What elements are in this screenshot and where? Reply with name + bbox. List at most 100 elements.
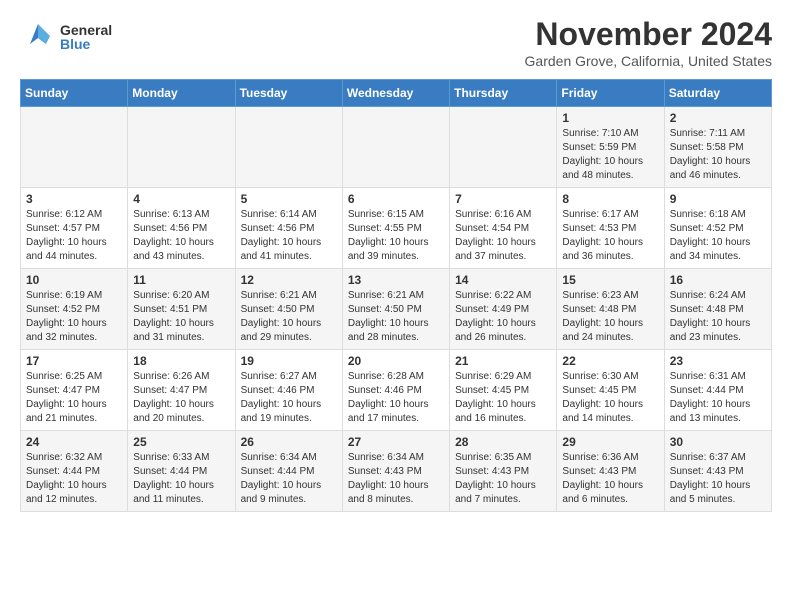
calendar-cell: 6Sunrise: 6:15 AM Sunset: 4:55 PM Daylig…: [342, 188, 449, 269]
calendar-cell: 5 Sunrise: 6:14 AM Sunset: 4:56 PM Daylig…: [235, 188, 342, 269]
day-info: Sunrise: 6:20 AM Sunset: 4:51 PM Dayligh…: [133, 289, 229, 345]
calendar-cell: 16 Sunrise: 6:24 AM Sunset: 4:48 PM Dayli…: [664, 269, 771, 350]
day-info: Sunrise: 6:16 AM Sunset: 4:54 PM Dayligh…: [455, 208, 551, 264]
day-number: 9: [670, 192, 766, 206]
logo-general: General: [60, 23, 112, 37]
day-info: Sunrise: 6:19 AM Sunset: 4:52 PM Dayligh…: [26, 289, 122, 345]
calendar-cell: 12 Sunrise: 6:21 AM Sunset: 4:50 PM Dayli…: [235, 269, 342, 350]
calendar-cell: 29 Sunrise: 6:36 AM Sunset: 4:43 PM Dayli…: [557, 431, 664, 512]
day-number: 27: [348, 435, 444, 449]
day-number: 17: [26, 354, 122, 368]
logo-blue: Blue: [60, 37, 112, 51]
calendar-table: SundayMondayTuesdayWednesdayThursdayFrid…: [20, 79, 772, 512]
calendar-cell: 15 Sunrise: 6:23 AM Sunset: 4:48 PM Dayli…: [557, 269, 664, 350]
day-info: Sunrise: 6:37 AM Sunset: 4:43 PM Dayligh…: [670, 451, 766, 507]
calendar-header-saturday: Saturday: [664, 80, 771, 107]
title-section: November 2024 Garden Grove, California, …: [525, 16, 772, 69]
calendar-cell: 8Sunrise: 6:17 AM Sunset: 4:53 PM Daylig…: [557, 188, 664, 269]
calendar-cell: 23Sunrise: 6:31 AM Sunset: 4:44 PM Dayli…: [664, 350, 771, 431]
calendar-cell: 28Sunrise: 6:35 AM Sunset: 4:43 PM Dayli…: [450, 431, 557, 512]
calendar-header-row: SundayMondayTuesdayWednesdayThursdayFrid…: [21, 80, 772, 107]
calendar-header-monday: Monday: [128, 80, 235, 107]
calendar-cell: [235, 107, 342, 188]
day-info: Sunrise: 7:11 AM Sunset: 5:58 PM Dayligh…: [670, 127, 766, 183]
day-info: Sunrise: 6:31 AM Sunset: 4:44 PM Dayligh…: [670, 370, 766, 426]
calendar-cell: [128, 107, 235, 188]
calendar-header-thursday: Thursday: [450, 80, 557, 107]
day-number: 14: [455, 273, 551, 287]
day-info: Sunrise: 6:36 AM Sunset: 4:43 PM Dayligh…: [562, 451, 658, 507]
day-info: Sunrise: 6:15 AM Sunset: 4:55 PM Dayligh…: [348, 208, 444, 264]
day-info: Sunrise: 6:25 AM Sunset: 4:47 PM Dayligh…: [26, 370, 122, 426]
calendar-cell: 22 Sunrise: 6:30 AM Sunset: 4:45 PM Dayli…: [557, 350, 664, 431]
calendar-week-row: 24 Sunrise: 6:32 AM Sunset: 4:44 PM Dayli…: [21, 431, 772, 512]
day-info: Sunrise: 6:24 AM Sunset: 4:48 PM Dayligh…: [670, 289, 766, 345]
logo: General Blue: [20, 16, 112, 58]
day-info: Sunrise: 6:12 AM Sunset: 4:57 PM Dayligh…: [26, 208, 122, 264]
day-number: 5: [241, 192, 337, 206]
day-info: Sunrise: 6:34 AM Sunset: 4:44 PM Dayligh…: [241, 451, 337, 507]
day-number: 19: [241, 354, 337, 368]
day-info: Sunrise: 6:33 AM Sunset: 4:44 PM Dayligh…: [133, 451, 229, 507]
day-number: 7: [455, 192, 551, 206]
calendar-cell: 13 Sunrise: 6:21 AM Sunset: 4:50 PM Dayli…: [342, 269, 449, 350]
calendar-cell: 30 Sunrise: 6:37 AM Sunset: 4:43 PM Dayli…: [664, 431, 771, 512]
day-number: 13: [348, 273, 444, 287]
calendar-cell: 18Sunrise: 6:26 AM Sunset: 4:47 PM Dayli…: [128, 350, 235, 431]
calendar-header-wednesday: Wednesday: [342, 80, 449, 107]
calendar-cell: 4 Sunrise: 6:13 AM Sunset: 4:56 PM Daylig…: [128, 188, 235, 269]
day-info: Sunrise: 6:30 AM Sunset: 4:45 PM Dayligh…: [562, 370, 658, 426]
day-info: Sunrise: 6:14 AM Sunset: 4:56 PM Dayligh…: [241, 208, 337, 264]
day-info: Sunrise: 6:26 AM Sunset: 4:47 PM Dayligh…: [133, 370, 229, 426]
day-info: Sunrise: 6:23 AM Sunset: 4:48 PM Dayligh…: [562, 289, 658, 345]
day-info: Sunrise: 6:28 AM Sunset: 4:46 PM Dayligh…: [348, 370, 444, 426]
day-number: 26: [241, 435, 337, 449]
day-number: 22: [562, 354, 658, 368]
day-info: Sunrise: 6:27 AM Sunset: 4:46 PM Dayligh…: [241, 370, 337, 426]
day-number: 20: [348, 354, 444, 368]
calendar-cell: 17 Sunrise: 6:25 AM Sunset: 4:47 PM Dayli…: [21, 350, 128, 431]
calendar-cell: 7 Sunrise: 6:16 AM Sunset: 4:54 PM Daylig…: [450, 188, 557, 269]
calendar-cell: 14 Sunrise: 6:22 AM Sunset: 4:49 PM Dayli…: [450, 269, 557, 350]
calendar-cell: [450, 107, 557, 188]
calendar-cell: 25 Sunrise: 6:33 AM Sunset: 4:44 PM Dayli…: [128, 431, 235, 512]
day-number: 28: [455, 435, 551, 449]
day-number: 15: [562, 273, 658, 287]
calendar-cell: 1Sunrise: 7:10 AM Sunset: 5:59 PM Daylig…: [557, 107, 664, 188]
calendar-cell: 26 Sunrise: 6:34 AM Sunset: 4:44 PM Dayli…: [235, 431, 342, 512]
calendar-cell: [342, 107, 449, 188]
day-number: 24: [26, 435, 122, 449]
day-number: 30: [670, 435, 766, 449]
day-info: Sunrise: 6:21 AM Sunset: 4:50 PM Dayligh…: [348, 289, 444, 345]
calendar-header-sunday: Sunday: [21, 80, 128, 107]
calendar-week-row: 10 Sunrise: 6:19 AM Sunset: 4:52 PM Dayli…: [21, 269, 772, 350]
calendar-week-row: 3 Sunrise: 6:12 AM Sunset: 4:57 PM Daylig…: [21, 188, 772, 269]
day-info: Sunrise: 7:10 AM Sunset: 5:59 PM Dayligh…: [562, 127, 658, 183]
page-header: General Blue November 2024 Garden Grove,…: [20, 16, 772, 69]
logo-text: General Blue: [60, 23, 112, 51]
day-info: Sunrise: 6:22 AM Sunset: 4:49 PM Dayligh…: [455, 289, 551, 345]
day-info: Sunrise: 6:13 AM Sunset: 4:56 PM Dayligh…: [133, 208, 229, 264]
day-info: Sunrise: 6:32 AM Sunset: 4:44 PM Dayligh…: [26, 451, 122, 507]
calendar-cell: 27Sunrise: 6:34 AM Sunset: 4:43 PM Dayli…: [342, 431, 449, 512]
day-number: 2: [670, 111, 766, 125]
day-number: 10: [26, 273, 122, 287]
day-number: 16: [670, 273, 766, 287]
calendar-cell: 20 Sunrise: 6:28 AM Sunset: 4:46 PM Dayli…: [342, 350, 449, 431]
calendar-cell: 10 Sunrise: 6:19 AM Sunset: 4:52 PM Dayli…: [21, 269, 128, 350]
logo-icon: [20, 16, 56, 58]
day-info: Sunrise: 6:29 AM Sunset: 4:45 PM Dayligh…: [455, 370, 551, 426]
day-number: 12: [241, 273, 337, 287]
day-number: 29: [562, 435, 658, 449]
calendar-cell: 24 Sunrise: 6:32 AM Sunset: 4:44 PM Dayli…: [21, 431, 128, 512]
calendar-cell: 3 Sunrise: 6:12 AM Sunset: 4:57 PM Daylig…: [21, 188, 128, 269]
day-number: 4: [133, 192, 229, 206]
calendar-cell: [21, 107, 128, 188]
calendar-cell: 19 Sunrise: 6:27 AM Sunset: 4:46 PM Dayli…: [235, 350, 342, 431]
calendar-header-tuesday: Tuesday: [235, 80, 342, 107]
day-info: Sunrise: 6:21 AM Sunset: 4:50 PM Dayligh…: [241, 289, 337, 345]
location: Garden Grove, California, United States: [525, 53, 772, 69]
day-number: 3: [26, 192, 122, 206]
calendar-cell: 2 Sunrise: 7:11 AM Sunset: 5:58 PM Daylig…: [664, 107, 771, 188]
day-number: 25: [133, 435, 229, 449]
